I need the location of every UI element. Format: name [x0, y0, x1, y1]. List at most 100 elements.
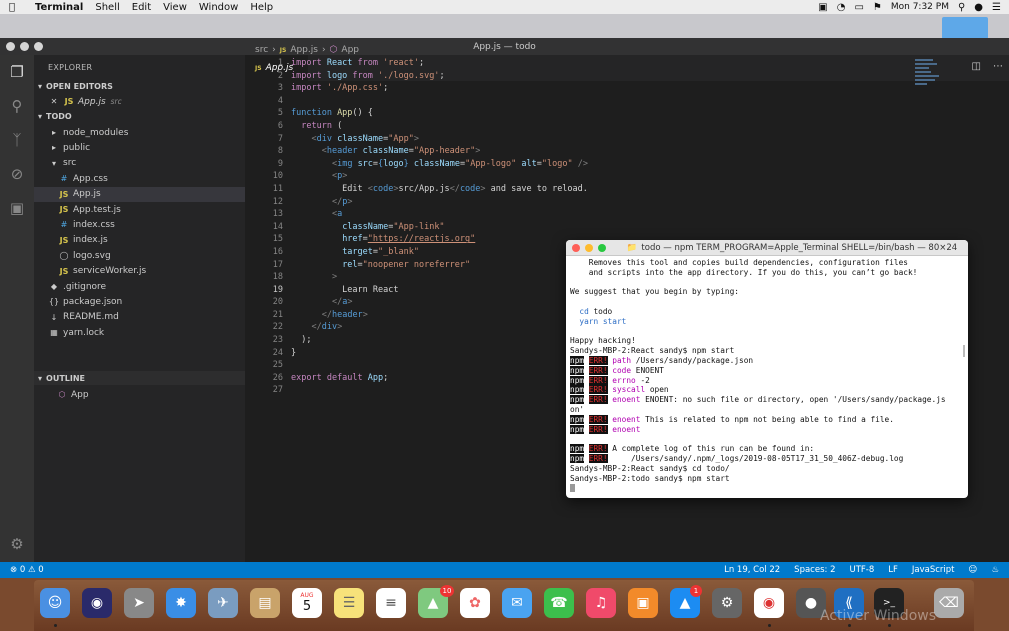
code-line[interactable]: </p> [291, 196, 991, 209]
tree-item-logo-svg[interactable]: ◯ logo.svg [34, 248, 245, 263]
notes-icon[interactable]: ☰ [334, 588, 364, 618]
zoom-window-button[interactable] [34, 42, 43, 51]
open-editors-header[interactable]: ▾ OPEN EDITORS [34, 79, 245, 93]
line-ending[interactable]: LF [888, 565, 898, 575]
terminal-scrollbar[interactable] [963, 345, 965, 357]
tree-item-node-modules[interactable]: ▸ node_modules [34, 125, 245, 140]
facetime-icon[interactable]: ☎ [544, 588, 574, 618]
tree-item-index-css[interactable]: # index.css [34, 217, 245, 232]
wifi-icon[interactable]: ◔ [837, 2, 846, 13]
apple-icon[interactable]:  [9, 2, 23, 13]
code-line[interactable]: className="App-link" [291, 221, 991, 234]
cursor-position[interactable]: Ln 19, Col 22 [724, 565, 780, 575]
settings-gear-icon[interactable]: ⚙ [8, 535, 26, 553]
close-window-button[interactable] [6, 42, 15, 51]
extensions-icon[interactable]: ▣ [8, 199, 26, 217]
tree-item-app-js[interactable]: JS App.js [34, 186, 245, 202]
line-number: 20 [272, 297, 283, 308]
music-icon[interactable]: ♫ [586, 588, 616, 618]
photo-browser-icon[interactable]: ✈ [208, 588, 238, 618]
terminal-close-button[interactable] [572, 244, 580, 252]
outline-header[interactable]: ▾ OUTLINE [34, 371, 245, 385]
breadcrumb-symbol[interactable]: App [341, 45, 359, 55]
calendar-icon[interactable]: AUG 5 [292, 588, 322, 618]
battery-icon[interactable]: ▭ [854, 2, 863, 13]
notification-center-icon[interactable]: ☰ [992, 2, 1001, 13]
code-line[interactable] [291, 95, 991, 108]
messages-icon[interactable]: ✉ [502, 588, 532, 618]
code-line[interactable]: <img src={logo} className="App-logo" alt… [291, 158, 991, 171]
source-control-icon[interactable]: ᛉ [8, 131, 26, 149]
finder-icon[interactable]: ☺ [40, 588, 70, 618]
encoding[interactable]: UTF-8 [849, 565, 874, 575]
system-preferences-icon[interactable]: ⚙ [712, 588, 742, 618]
bell-icon[interactable]: ♨ [991, 565, 999, 575]
tree-item-index-js[interactable]: JS index.js [34, 233, 245, 248]
outline-item[interactable]: ⬡ App [34, 387, 245, 402]
spotlight-search-icon[interactable]: ⚲ [958, 2, 965, 13]
indentation[interactable]: Spaces: 2 [794, 565, 835, 575]
breadcrumb-file[interactable]: App.js [290, 45, 318, 55]
tree-item-app-css[interactable]: # App.css [34, 171, 245, 186]
language-mode[interactable]: JavaScript [912, 565, 955, 575]
tree-item-yarn-lock[interactable]: ▦ yarn.lock [34, 325, 245, 340]
tree-item--gitignore[interactable]: ◆ .gitignore [34, 279, 245, 294]
code-line[interactable]: <div className="App"> [291, 133, 991, 146]
terminal-window[interactable]: 📁 todo — npm TERM_PROGRAM=Apple_Terminal… [566, 240, 968, 498]
code-line[interactable]: import logo from './logo.svg'; [291, 70, 991, 83]
code-line[interactable]: <a [291, 208, 991, 221]
code-line[interactable]: Edit <code>src/App.js</code> and save to… [291, 183, 991, 196]
menu-help[interactable]: Help [250, 2, 273, 13]
siri-icon[interactable]: ● [974, 2, 983, 13]
search-icon[interactable]: ⚲ [8, 97, 26, 115]
tree-item-src[interactable]: ▾ src [34, 156, 245, 171]
code-line[interactable]: <p> [291, 170, 991, 183]
menu-view[interactable]: View [163, 2, 187, 13]
menu-app-name[interactable]: Terminal [35, 2, 83, 13]
tree-item-serviceworker-js[interactable]: JS serviceWorker.js [34, 264, 245, 279]
chevron-right-icon: › [321, 45, 326, 55]
terminal-line: We suggest that you begin by typing: [570, 287, 739, 297]
menu-window[interactable]: Window [199, 2, 238, 13]
tree-item-readme-md[interactable]: ↓ README.md [34, 310, 245, 325]
menu-shell[interactable]: Shell [95, 2, 119, 13]
clock[interactable]: Mon 7:32 PM [891, 2, 949, 12]
terminal-output[interactable]: Removes this tool and copies build depen… [570, 258, 964, 493]
close-icon[interactable]: ✕ [48, 97, 60, 106]
flag-icon[interactable]: ⚑ [873, 2, 882, 13]
terminal-zoom-button[interactable] [598, 244, 606, 252]
terminal-line: yarn start [579, 316, 627, 326]
minimap[interactable] [915, 57, 955, 97]
feedback-icon[interactable]: ☺ [969, 565, 978, 575]
books-icon[interactable]: ▣ [628, 588, 658, 618]
contacts-icon[interactable]: ▤ [250, 588, 280, 618]
tree-item-public[interactable]: ▸ public [34, 140, 245, 155]
launchpad-icon[interactable]: ➤ [124, 588, 154, 618]
project-header[interactable]: ▾ TODO [34, 109, 245, 123]
component-icon: ⬡ [329, 45, 338, 55]
chrome-icon[interactable]: ◉ [754, 588, 784, 618]
debug-icon[interactable]: ⊘ [8, 165, 26, 183]
code-line[interactable]: function App() { [291, 107, 991, 120]
safari-icon[interactable]: ✸ [166, 588, 196, 618]
tree-item-package-json[interactable]: {} package.json [34, 294, 245, 309]
desktop-folder-icon[interactable] [942, 17, 988, 39]
code-line[interactable]: <header className="App-header"> [291, 145, 991, 158]
siri-dock-icon[interactable]: ◉ [82, 588, 112, 618]
photos-icon[interactable]: ✿ [460, 588, 490, 618]
code-line[interactable]: import React from 'react'; [291, 57, 991, 70]
airplay-icon[interactable]: ▣ [818, 2, 827, 13]
problems-indicator[interactable]: ⊗ 0 ⚠ 0 [10, 565, 44, 575]
terminal-minimize-button[interactable] [585, 244, 593, 252]
terminal-line: Sandys-MBP-2:React sandy$ cd todo/ [570, 463, 730, 473]
code-line[interactable]: return ( [291, 120, 991, 133]
open-editor-item[interactable]: ✕ JS App.js src [34, 94, 245, 109]
tree-item-app-test-js[interactable]: JS App.test.js [34, 202, 245, 217]
breadcrumb-folder[interactable]: src [255, 45, 268, 55]
menu-edit[interactable]: Edit [132, 2, 151, 13]
minimize-window-button[interactable] [20, 42, 29, 51]
explorer-files-icon[interactable]: ❐ [8, 63, 26, 81]
code-line[interactable]: import './App.css'; [291, 82, 991, 95]
trash-icon[interactable]: ⌫ [934, 588, 964, 618]
reminders-icon[interactable]: ≡ [376, 588, 406, 618]
